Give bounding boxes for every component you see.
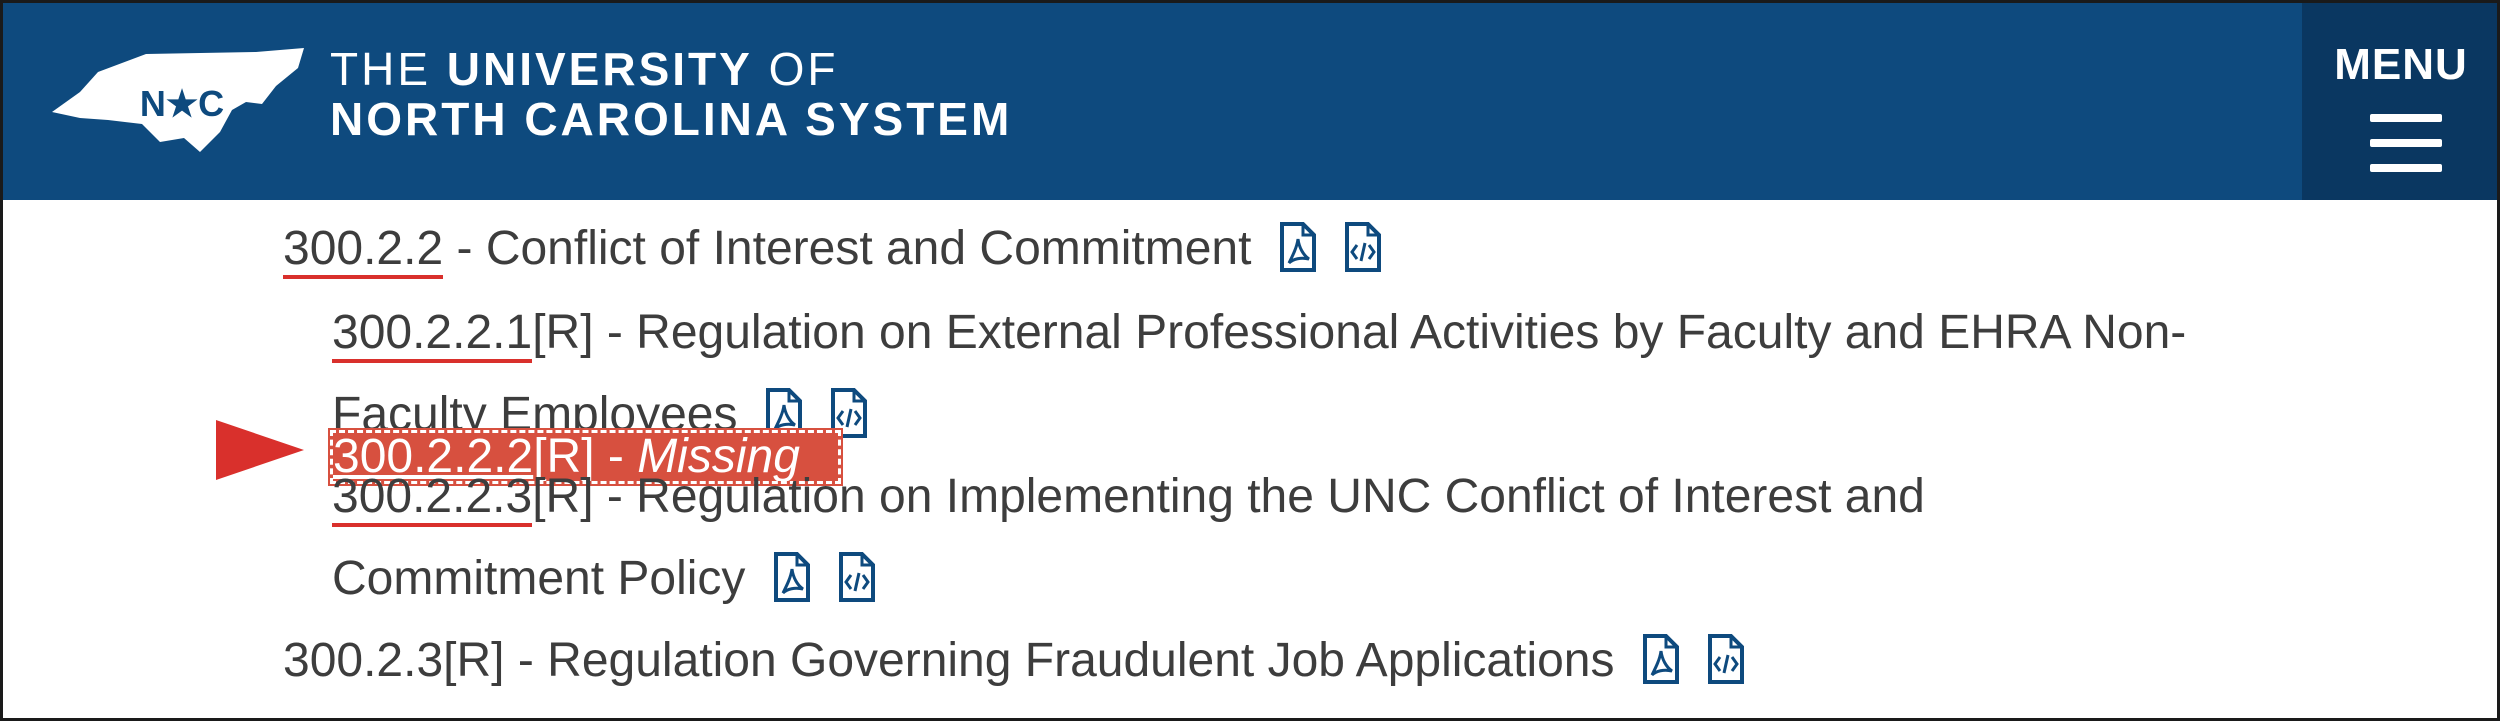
policy-item-continued: Commitment Policy [332,538,876,620]
policy-title: [R] - Regulation Governing Fraudulent Jo… [443,634,1615,687]
hamburger-icon [2370,112,2442,176]
brand-university: UNIVERSITY [446,43,753,95]
nc-state-logo-icon[interactable]: N★C [50,46,310,152]
logo-text: N★C [140,83,224,124]
policy-link[interactable]: 300.2.2.3 [332,470,533,527]
red-arrow-icon [216,420,304,480]
policy-item: 300.2.3[R] - Regulation Governing Fraudu… [283,620,1745,702]
brand-suffix: OF [752,43,839,95]
pdf-file-icon[interactable] [773,551,811,603]
code-file-icon[interactable] [1344,221,1382,273]
policy-title: - Conflict of Interest and Commitment [443,222,1252,275]
brand-system: NORTH CAROLINA SYSTEM [330,93,1013,145]
code-file-icon[interactable] [838,551,876,603]
pdf-file-icon[interactable] [1279,221,1317,273]
policy-number: 300.2.3 [283,634,444,687]
menu-label: MENU [2334,40,2468,89]
site-header: N★C THE UNIVERSITY OF NORTH CAROLINA SYS… [0,0,2500,200]
policy-item: 300.2.2 - Conflict of Interest and Commi… [283,208,1382,290]
code-file-icon[interactable] [1707,633,1745,685]
pdf-file-icon[interactable] [1642,633,1680,685]
policy-title: [R] - Regulation on Implementing the UNC… [532,470,1925,523]
policy-link[interactable]: 300.2.2 [283,222,444,279]
site-title[interactable]: THE UNIVERSITY OF NORTH CAROLINA SYSTEM [330,44,1012,144]
policy-title: Commitment Policy [332,552,746,605]
menu-button[interactable]: MENU [2302,0,2500,200]
policy-item: 300.2.2.1[R] - Regulation on External Pr… [332,292,2186,374]
policy-item: 300.2.2.3[R] - Regulation on Implementin… [332,456,1925,538]
policy-title: [R] - Regulation on External Professiona… [532,306,2187,359]
brand-prefix: THE [330,43,447,95]
policy-link[interactable]: 300.2.2.1 [332,306,533,363]
